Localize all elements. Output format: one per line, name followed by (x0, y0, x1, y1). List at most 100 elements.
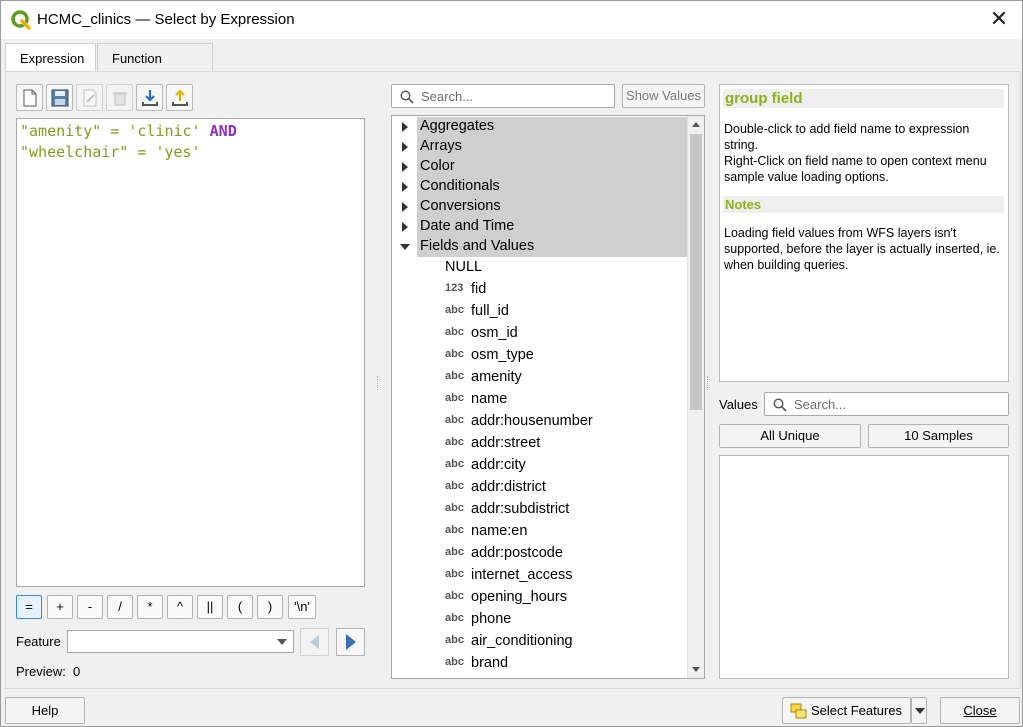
notes-heading: Notes (723, 196, 1004, 213)
tree-item-field[interactable]: 123 fid (392, 279, 687, 301)
scroll-up-icon[interactable] (692, 122, 700, 127)
operator-plus-button[interactable]: + (47, 595, 73, 619)
select-features-button[interactable]: Select Features (782, 697, 911, 724)
values-search-input[interactable]: Search... (764, 392, 1009, 416)
left-splitter-handle[interactable] (377, 376, 379, 390)
tab-expression[interactable]: Expression (5, 43, 96, 73)
right-splitter-handle[interactable] (707, 376, 709, 390)
tab-function-editor[interactable]: Function Editor (97, 43, 213, 95)
previous-feature-button[interactable] (300, 628, 329, 656)
preview-label: Preview: (16, 664, 66, 679)
feature-label: Feature (16, 634, 61, 649)
help-button[interactable]: Help (5, 697, 85, 724)
tree-item-field[interactable]: abc internet_access (392, 565, 687, 587)
tree-item-field[interactable]: abc name:en (392, 521, 687, 543)
operator-open-paren-button[interactable]: ( (227, 595, 253, 619)
field-name: name:en (471, 523, 528, 539)
tree-item-field[interactable]: abc addr:street (392, 433, 687, 455)
field-name: internet_access (471, 567, 573, 583)
chevron-right-icon (402, 162, 408, 172)
arrow-left-icon (310, 635, 319, 649)
import-button[interactable] (136, 84, 163, 111)
save-icon (51, 89, 69, 107)
values-label: Values (719, 397, 758, 412)
group-label: Fields and Values (420, 238, 535, 254)
group-label: Color (420, 158, 455, 174)
tree-group-conversions[interactable]: Conversions (392, 197, 687, 217)
tree-item-field[interactable]: abc amenity (392, 367, 687, 389)
arrow-right-icon (346, 634, 356, 650)
chevron-right-icon (402, 142, 408, 152)
tree-item-field[interactable]: abc phone (392, 609, 687, 631)
select-features-menu-button[interactable] (911, 697, 927, 724)
ten-samples-button[interactable]: 10 Samples (868, 424, 1009, 448)
feature-combobox[interactable] (67, 630, 294, 653)
text-type-icon: abc (445, 458, 464, 470)
operator-newline-button[interactable]: '\n' (288, 595, 316, 619)
operator-power-button[interactable]: ^ (167, 595, 193, 619)
show-values-button[interactable]: Show Values (622, 84, 705, 108)
expression-line-1: "amenity" = 'clinic' AND (20, 121, 361, 142)
tree-item-null[interactable]: NULL (392, 257, 687, 279)
tree-item-field[interactable]: abc addr:subdistrict (392, 499, 687, 521)
expression-keyword: AND (209, 122, 237, 140)
new-file-button[interactable] (16, 84, 43, 111)
field-name: air_conditioning (471, 633, 573, 649)
operator-concat-button[interactable]: || (197, 595, 223, 619)
operator-close-paren-button[interactable]: ) (257, 595, 283, 619)
tree-item-field[interactable]: abc full_id (392, 301, 687, 323)
group-label: Aggregates (420, 118, 495, 134)
tree-group-fields-and-values[interactable]: Fields and Values (392, 237, 687, 257)
group-label: Arrays (420, 138, 462, 154)
export-button[interactable] (166, 84, 193, 111)
operator-multiply-button[interactable]: * (137, 595, 163, 619)
tree-item-field[interactable]: abc addr:city (392, 455, 687, 477)
notes-text: Loading field values from WFS layers isn… (724, 226, 1000, 272)
tree-item-field[interactable]: abc air_conditioning (392, 631, 687, 653)
tree-item-field[interactable]: abc opening_hours (392, 587, 687, 609)
scrollbar-thumb[interactable] (690, 134, 702, 410)
function-search-input[interactable]: Search... (391, 84, 615, 108)
tree-item-field[interactable]: abc addr:housenumber (392, 411, 687, 433)
tree-group-date-and-time[interactable]: Date and Time (392, 217, 687, 237)
expression-editor[interactable]: "amenity" = 'clinic' AND "wheelchair" = … (16, 118, 365, 587)
tree-item-field[interactable]: abc addr:postcode (392, 543, 687, 565)
trash-icon (113, 92, 127, 106)
help-heading: group field (723, 89, 1004, 108)
close-button[interactable]: Close (940, 697, 1020, 724)
text-type-icon: abc (445, 414, 464, 426)
search-icon (400, 90, 414, 104)
text-type-icon: abc (445, 524, 464, 536)
tree-item-field[interactable]: abc name (392, 389, 687, 411)
scroll-down-icon[interactable] (692, 667, 700, 672)
window-close-icon[interactable]: ✕ (988, 7, 1010, 31)
tree-group-aggregates[interactable]: Aggregates (392, 117, 687, 137)
help-panel: group field Double-click to add field na… (719, 84, 1009, 382)
preview-value: 0 (73, 664, 81, 679)
operator-divide-button[interactable]: / (107, 595, 133, 619)
tree-group-conditionals[interactable]: Conditionals (392, 177, 687, 197)
function-tree[interactable]: Aggregates Arrays Color Conditionals Con… (391, 115, 705, 679)
save-button[interactable] (46, 84, 73, 111)
values-list[interactable] (719, 455, 1009, 679)
chevron-right-icon (402, 222, 408, 232)
tree-item-field[interactable]: abc addr:district (392, 477, 687, 499)
text-type-icon: abc (445, 326, 464, 338)
delete-button[interactable] (106, 84, 133, 111)
field-name: fid (471, 281, 487, 297)
tree-scrollbar[interactable] (687, 116, 704, 678)
tree-group-arrays[interactable]: Arrays (392, 137, 687, 157)
field-name: addr:postcode (471, 545, 563, 561)
operator-equals-button[interactable]: = (16, 595, 42, 619)
next-feature-button[interactable] (336, 628, 365, 656)
tree-item-field[interactable]: abc osm_type (392, 345, 687, 367)
field-name: addr:district (471, 479, 546, 495)
tree-group-color[interactable]: Color (392, 157, 687, 177)
edit-button[interactable] (76, 84, 103, 111)
all-unique-button[interactable]: All Unique (719, 424, 861, 448)
operator-minus-button[interactable]: - (77, 595, 103, 619)
chevron-right-icon (402, 182, 408, 192)
tree-item-field[interactable]: abc brand (392, 653, 687, 675)
tab-expression-label: Expression (20, 51, 85, 66)
tree-item-field[interactable]: abc osm_id (392, 323, 687, 345)
